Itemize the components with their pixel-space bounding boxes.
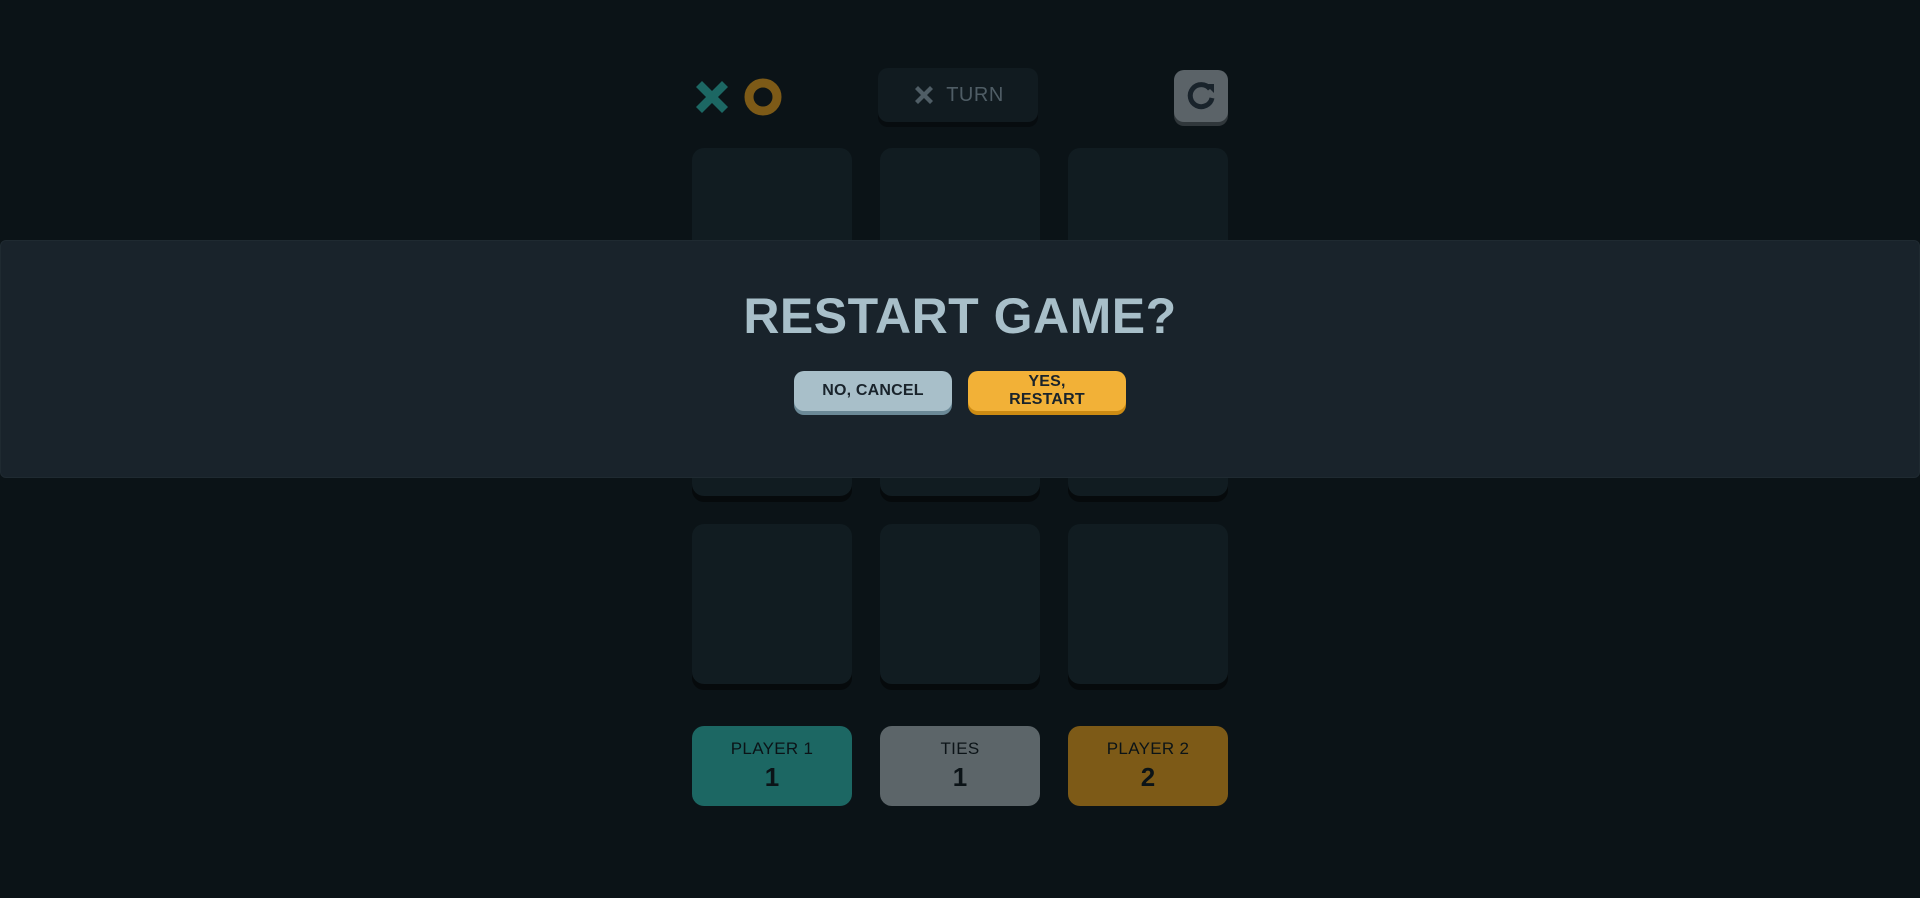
logo [692, 77, 784, 117]
dialog-title: RESTART GAME? [743, 288, 1177, 344]
restart-button[interactable] [1174, 70, 1228, 122]
o-mark-icon [744, 78, 782, 116]
turn-label: TURN [946, 83, 1004, 106]
score-label: PLAYER 2 [1106, 739, 1190, 758]
top-bar: TURN [692, 68, 1228, 126]
board-cell[interactable] [880, 524, 1040, 684]
score-value: 1 [952, 762, 968, 792]
score-value: 1 [764, 762, 780, 792]
confirm-restart-button[interactable]: YES, RESTART [968, 371, 1126, 411]
board-cell[interactable] [692, 524, 852, 684]
restart-dialog: RESTART GAME? NO, CANCEL YES, RESTART [0, 240, 1920, 478]
x-mark-icon [915, 86, 934, 104]
board-cell[interactable] [1068, 524, 1228, 684]
score-label: PLAYER 1 [730, 739, 814, 758]
restart-icon [1187, 82, 1215, 110]
turn-indicator: TURN [878, 68, 1038, 122]
cancel-button[interactable]: NO, CANCEL [794, 371, 952, 411]
score-value: 2 [1140, 762, 1156, 792]
scoreboard: PLAYER 1 1 TIES 1 PLAYER 2 2 [692, 726, 1228, 806]
dialog-actions: NO, CANCEL YES, RESTART [794, 371, 1126, 411]
score-ties: TIES 1 [880, 726, 1040, 806]
x-mark-icon [696, 78, 782, 116]
score-player-2: PLAYER 2 2 [1068, 726, 1228, 806]
score-label: TIES [940, 739, 980, 758]
game-screen: TURN PLAYER 1 1 TIES 1 PLAYER 2 2 RESTAR… [0, 0, 1920, 898]
score-player-1: PLAYER 1 1 [692, 726, 852, 806]
